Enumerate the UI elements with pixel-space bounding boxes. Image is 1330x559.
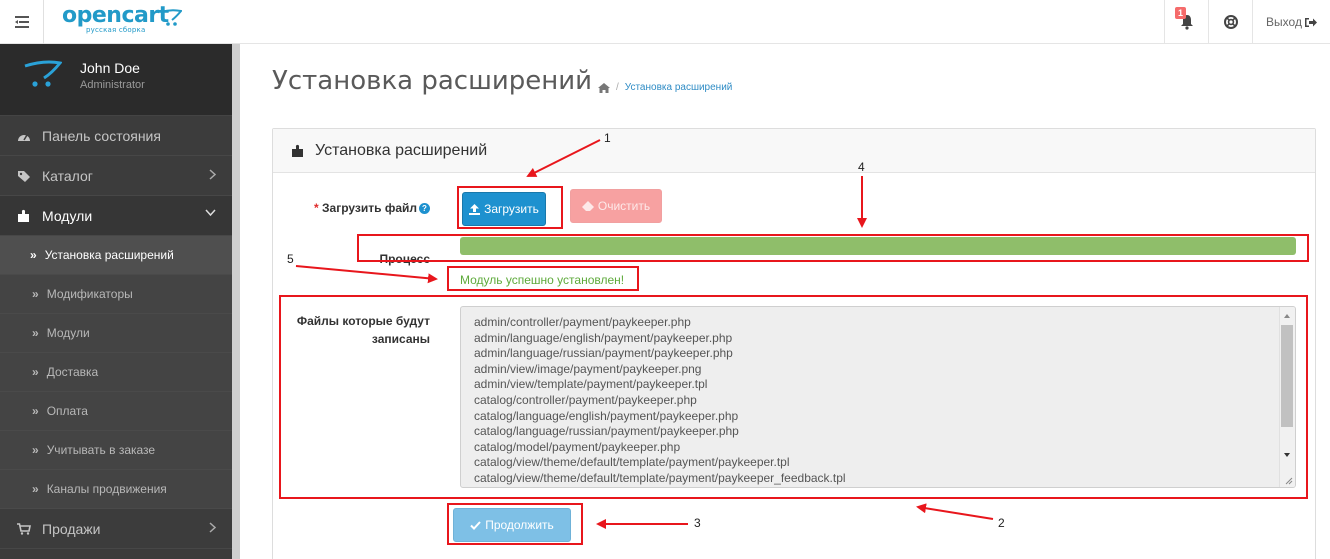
user-name: John Doe [80,60,140,76]
help-question-icon[interactable]: ? [419,203,430,214]
double-chevron-icon: » [30,248,37,262]
user-profile[interactable]: John Doe Administrator [0,44,232,116]
annotation-number-1: 1 [604,131,611,145]
sidebar-subitem-label: Каналы продвижения [46,482,167,496]
breadcrumb-link[interactable]: Установка расширений [625,82,733,93]
annotation-box-2 [279,295,1308,499]
sidebar-subitem-label: Модификаторы [46,287,133,301]
help-button[interactable] [1208,0,1252,44]
menu-toggle-icon [14,16,29,28]
sidebar-subitem-modules[interactable]: » Модули [0,314,232,353]
annotation-number-4: 4 [858,160,865,174]
annotation-box-4 [357,234,1309,262]
chevron-right-icon [209,169,216,180]
sidebar-item-label: Продажи [42,520,101,537]
sidebar-scrollbar[interactable] [232,44,240,559]
cart-icon [160,9,182,26]
home-icon[interactable] [598,82,610,93]
logout-button[interactable]: Выход [1252,0,1330,44]
dashboard-icon [14,130,34,142]
panel-heading: Установка расширений [273,129,1315,173]
sidebar-item-sales[interactable]: Продажи [0,509,232,549]
sidebar-subitem-install-extensions[interactable]: » Установка расширений [0,236,232,275]
annotation-number-2: 2 [998,516,1005,530]
double-chevron-icon: » [32,443,39,457]
chevron-right-icon [209,522,216,533]
sidebar-item-label: Каталог [42,167,93,184]
sidebar-subitem-payment[interactable]: » Оплата [0,392,232,431]
notifications-button[interactable]: 1 [1164,0,1208,44]
clear-button[interactable]: Очистить [570,189,662,223]
sidebar-subitem-label: Установка расширений [44,248,174,262]
upload-file-label-text: Загрузить файл [322,201,417,215]
sidebar: John Doe Administrator Панель состояния … [0,44,232,559]
annotation-number-3: 3 [694,516,701,530]
opencart-cart-logo-icon [24,60,62,87]
required-marker: * [314,201,323,215]
sidebar-item-catalog[interactable]: Каталог [0,156,232,196]
sidebar-subitem-label: Доставка [46,365,99,379]
upload-file-label: * Загрузить файл? [300,201,430,215]
top-header: opencart русская сборка 1 Выход [0,0,1330,44]
clear-button-label: Очистить [597,199,651,213]
menu-toggle-button[interactable] [0,0,44,44]
panel-title: Установка расширений [315,141,488,159]
page-title: Установка расширений [272,66,593,96]
lifebuoy-icon [1223,15,1238,29]
user-role: Administrator [80,79,145,91]
sidebar-subitem-product-feeds[interactable]: » Каналы продвижения [0,470,232,509]
logo-text: opencart [62,3,169,28]
double-chevron-icon: » [32,287,39,301]
sidebar-item-modules[interactable]: Модули [0,196,232,236]
sidebar-nav: Панель состояния Каталог Модули » Устано… [0,116,232,549]
sidebar-subitem-label: Модули [46,326,90,340]
sidebar-subitem-label: Оплата [46,404,88,418]
sidebar-subitem-modifications[interactable]: » Модификаторы [0,275,232,314]
sidebar-item-label: Панель состояния [42,127,161,144]
annotation-box-1 [457,186,563,229]
annotation-number-5: 5 [287,252,294,266]
tags-icon [14,170,34,182]
sidebar-subitem-order-totals[interactable]: » Учитывать в заказе [0,431,232,470]
opencart-logo[interactable]: opencart русская сборка [62,4,182,40]
chevron-down-icon [205,209,216,217]
double-chevron-icon: » [32,482,39,496]
logout-label: Выход [1266,15,1302,29]
breadcrumb: / Установка расширений [598,82,732,93]
annotation-box-3 [447,503,583,545]
double-chevron-icon: » [32,326,39,340]
eraser-icon [581,201,594,211]
sidebar-subitem-label: Учитывать в заказе [46,443,156,457]
logo-subtitle: русская сборка [86,26,146,34]
sidebar-item-label: Модули [42,207,93,224]
shopping-cart-icon [14,522,34,535]
annotation-box-5 [447,266,639,291]
puzzle-icon [292,144,303,157]
sign-out-icon [1304,17,1317,27]
sidebar-item-dashboard[interactable]: Панель состояния [0,116,232,156]
sidebar-subitem-shipping[interactable]: » Доставка [0,353,232,392]
header-actions: 1 Выход [1164,0,1330,44]
double-chevron-icon: » [32,365,39,379]
puzzle-icon [14,209,34,223]
notification-badge: 1 [1175,7,1187,19]
double-chevron-icon: » [32,404,39,418]
breadcrumb-separator: / [616,82,619,93]
